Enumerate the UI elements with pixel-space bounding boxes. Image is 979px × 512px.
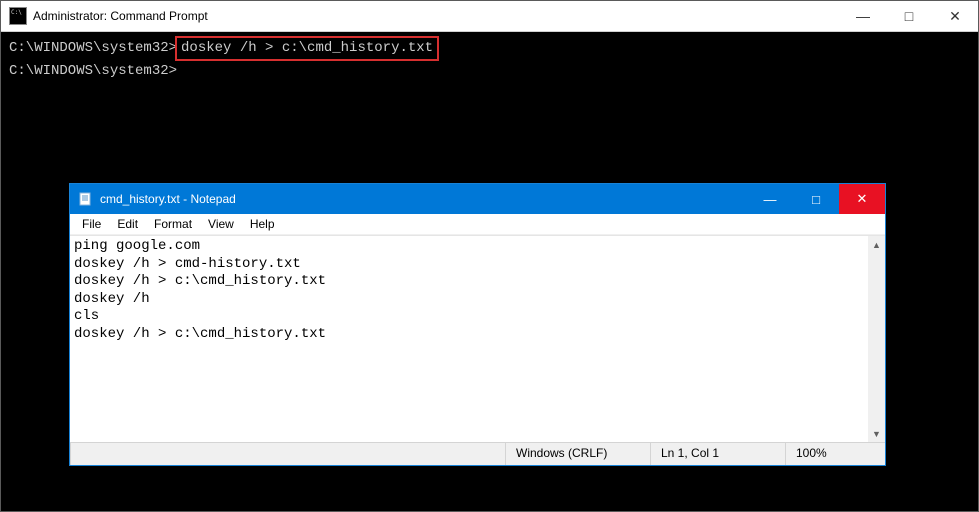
notepad-window: cmd_history.txt - Notepad — □ ✕ File Edi… bbox=[69, 183, 886, 466]
menu-help[interactable]: Help bbox=[242, 215, 283, 233]
cmd-prompt-path: C:\WINDOWS\system32> bbox=[9, 40, 177, 56]
close-button[interactable]: ✕ bbox=[932, 1, 978, 31]
notepad-title: cmd_history.txt - Notepad bbox=[100, 192, 236, 206]
status-position: Ln 1, Col 1 bbox=[650, 443, 785, 465]
status-spacer bbox=[70, 443, 505, 465]
minimize-button[interactable]: — bbox=[840, 1, 886, 31]
notepad-window-controls: — □ ✕ bbox=[747, 184, 885, 214]
cmd-terminal-area[interactable]: C:\WINDOWS\system32>doskey /h > c:\cmd_h… bbox=[1, 32, 978, 86]
notepad-icon bbox=[78, 191, 94, 207]
notepad-text-area[interactable]: ping google.com doskey /h > cmd-history.… bbox=[70, 236, 885, 345]
status-encoding: Windows (CRLF) bbox=[505, 443, 650, 465]
menu-format[interactable]: Format bbox=[146, 215, 200, 233]
menu-file[interactable]: File bbox=[74, 215, 109, 233]
notepad-body: ping google.com doskey /h > cmd-history.… bbox=[70, 235, 885, 442]
scroll-down-icon[interactable]: ▼ bbox=[868, 425, 885, 442]
close-button[interactable]: ✕ bbox=[839, 184, 885, 214]
menu-view[interactable]: View bbox=[200, 215, 242, 233]
cmd-titlebar[interactable]: Administrator: Command Prompt — □ ✕ bbox=[1, 1, 978, 32]
maximize-button[interactable]: □ bbox=[886, 1, 932, 31]
notepad-menu-bar: File Edit Format View Help bbox=[70, 214, 885, 235]
cmd-title: Administrator: Command Prompt bbox=[33, 9, 208, 23]
vertical-scrollbar[interactable]: ▲ ▼ bbox=[868, 236, 885, 442]
highlighted-command: doskey /h > c:\cmd_history.txt bbox=[175, 36, 439, 61]
notepad-status-bar: Windows (CRLF) Ln 1, Col 1 100% bbox=[70, 442, 885, 465]
maximize-button[interactable]: □ bbox=[793, 184, 839, 214]
cmd-icon bbox=[9, 7, 27, 25]
cmd-window-controls: — □ ✕ bbox=[840, 1, 978, 31]
cmd-line-1: C:\WINDOWS\system32>doskey /h > c:\cmd_h… bbox=[9, 36, 970, 61]
scroll-up-icon[interactable]: ▲ bbox=[868, 236, 885, 253]
status-zoom: 100% bbox=[785, 443, 885, 465]
minimize-button[interactable]: — bbox=[747, 184, 793, 214]
cmd-line-2: C:\WINDOWS\system32> bbox=[9, 61, 970, 82]
notepad-titlebar[interactable]: cmd_history.txt - Notepad — □ ✕ bbox=[70, 184, 885, 214]
menu-edit[interactable]: Edit bbox=[109, 215, 146, 233]
